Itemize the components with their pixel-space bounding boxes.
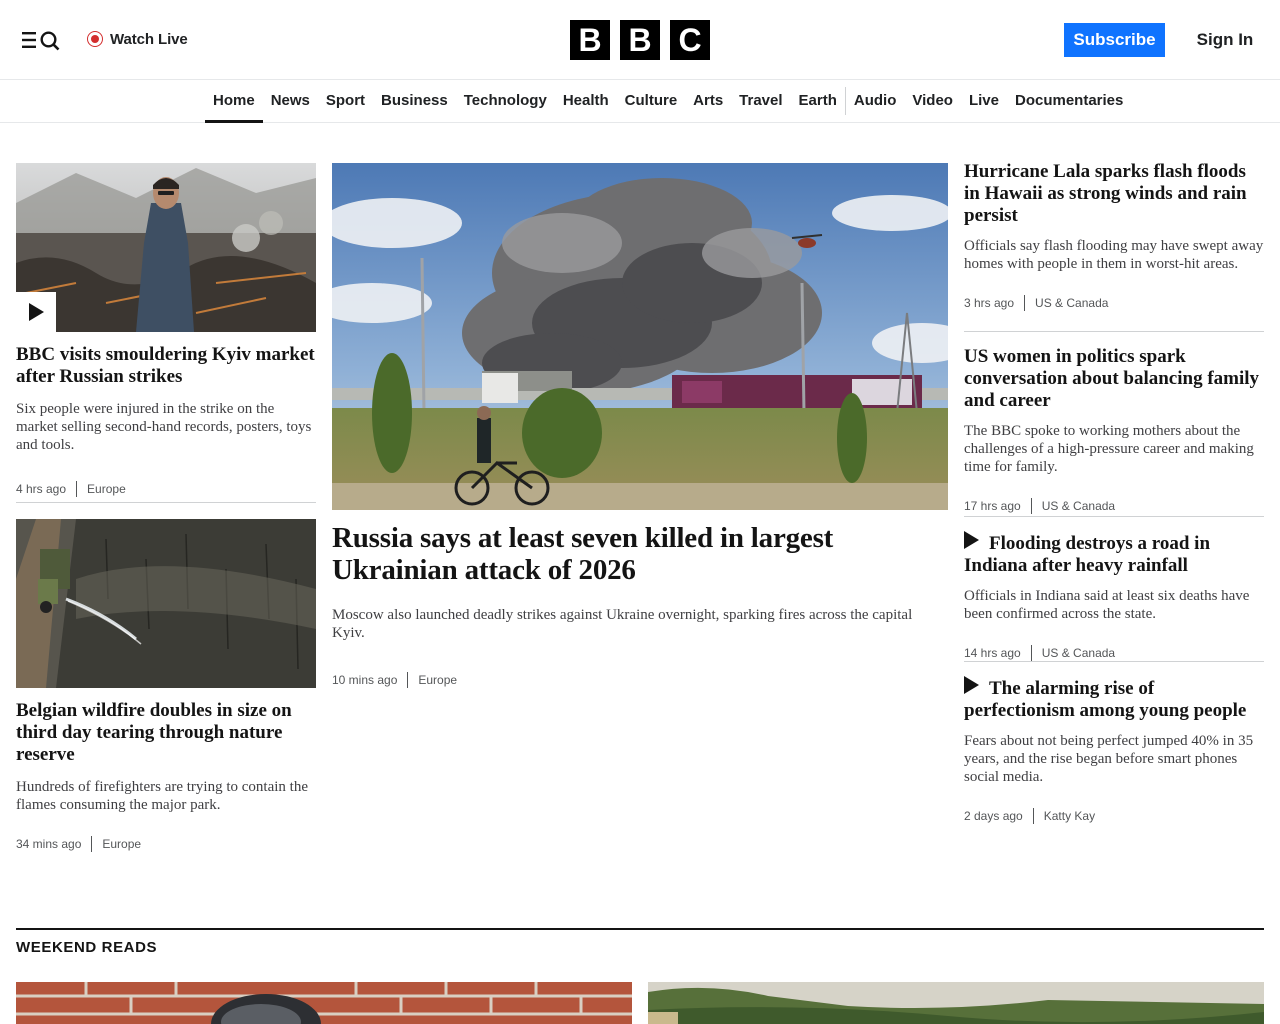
story-author-link[interactable]: Katty Kay xyxy=(1044,809,1095,823)
kyiv-market-image xyxy=(16,163,316,332)
nav-item-live[interactable]: Live xyxy=(961,80,1007,122)
nav-list: Home News Sport Business Technology Heal… xyxy=(205,80,1131,123)
story-card-kyiv-market[interactable]: BBC visits smouldering Kyiv market after… xyxy=(16,163,316,497)
watch-live-label: Watch Live xyxy=(110,30,188,48)
story-meta: 4 hrs ago Europe xyxy=(16,481,316,497)
story-summary: Hundreds of firefighters are trying to c… xyxy=(16,779,308,813)
card-divider xyxy=(964,331,1264,332)
brick-wall-image xyxy=(16,982,632,1024)
menu-search-button[interactable] xyxy=(20,27,64,53)
story-timestamp: 2 days ago xyxy=(964,809,1023,823)
meta-divider xyxy=(1032,808,1034,824)
story-headline-wrap[interactable]: Flooding destroys a road in Indiana afte… xyxy=(964,531,1264,577)
story-card-main[interactable]: Russia says at least seven killed in lar… xyxy=(332,163,948,688)
story-timestamp: 3 hrs ago xyxy=(964,296,1015,310)
nav-item-arts[interactable]: Arts xyxy=(685,80,731,122)
play-icon xyxy=(964,531,979,549)
story-headline[interactable]: US women in politics spark conversation … xyxy=(964,346,1264,412)
nav-item-news[interactable]: News xyxy=(263,80,318,122)
story-section-link[interactable]: US & Canada xyxy=(1042,499,1115,513)
story-meta: 17 hrs ago US & Canada xyxy=(964,498,1264,514)
weekend-read-photo-1[interactable] xyxy=(16,982,632,1024)
nav-item-video[interactable]: Video xyxy=(904,80,961,122)
story-section-link[interactable]: Europe xyxy=(102,837,141,851)
nav-item-audio[interactable]: Audio xyxy=(846,80,905,122)
story-section-link[interactable]: US & Canada xyxy=(1035,296,1108,310)
story-section-link[interactable]: Europe xyxy=(87,482,126,496)
logo-letter: B xyxy=(570,20,610,60)
story-summary: Officials in Indiana said at least six d… xyxy=(964,588,1250,622)
story-card-us-women[interactable]: US women in politics spark conversation … xyxy=(964,346,1264,514)
story-timestamp: 34 mins ago xyxy=(16,837,82,851)
card-divider xyxy=(964,516,1264,517)
main-story-image xyxy=(332,163,948,510)
story-meta: 2 days ago Katty Kay xyxy=(964,808,1264,824)
story-summary: Fears about not being perfect jumped 40%… xyxy=(964,733,1254,785)
story-headline[interactable]: The alarming rise of perfectionism among… xyxy=(964,678,1246,721)
story-timestamp: 17 hrs ago xyxy=(964,499,1021,513)
meta-divider xyxy=(1030,645,1032,661)
video-play-button[interactable] xyxy=(16,292,56,332)
story-timestamp: 4 hrs ago xyxy=(16,482,67,496)
story-card-hurricane[interactable]: Hurricane Lala sparks flash floods in Ha… xyxy=(964,161,1264,311)
main-nav: Home News Sport Business Technology Heal… xyxy=(0,80,1280,123)
site-header: Watch Live B B C Subscribe Sign In xyxy=(0,0,1280,80)
story-timestamp: 14 hrs ago xyxy=(964,646,1021,660)
story-headline[interactable]: BBC visits smouldering Kyiv market after… xyxy=(16,344,316,388)
meta-divider xyxy=(1030,498,1032,514)
subscribe-button[interactable]: Subscribe xyxy=(1064,23,1165,57)
menu-search-icon xyxy=(22,31,60,51)
nav-item-technology[interactable]: Technology xyxy=(456,80,555,122)
meta-divider xyxy=(91,836,93,852)
story-summary: Six people were injured in the strike on… xyxy=(16,401,312,453)
nav-item-sport[interactable]: Sport xyxy=(318,80,373,122)
story-meta: 34 mins ago Europe xyxy=(16,836,316,852)
story-card-belgian-wildfire[interactable]: Belgian wildfire doubles in size on thir… xyxy=(16,519,316,852)
nav-item-documentaries[interactable]: Documentaries xyxy=(1007,80,1131,122)
story-section-link[interactable]: US & Canada xyxy=(1042,646,1115,660)
play-icon xyxy=(29,303,44,321)
wildfire-image xyxy=(16,519,316,688)
card-divider xyxy=(964,661,1264,662)
story-card-perfectionism[interactable]: The alarming rise of perfectionism among… xyxy=(964,676,1264,824)
logo-letter: C xyxy=(670,20,710,60)
smoke-over-warehouse-photo[interactable] xyxy=(332,163,948,510)
story-meta: 14 hrs ago US & Canada xyxy=(964,645,1264,661)
nav-item-culture[interactable]: Culture xyxy=(617,80,686,122)
meta-divider xyxy=(407,672,409,688)
story-headline[interactable]: Hurricane Lala sparks flash floods in Ha… xyxy=(964,161,1264,227)
story-meta: 3 hrs ago US & Canada xyxy=(964,295,1264,311)
wildfire-photo[interactable] xyxy=(16,519,316,688)
live-dot-icon xyxy=(87,31,103,47)
story-headline-wrap[interactable]: The alarming rise of perfectionism among… xyxy=(964,676,1264,722)
sign-in-link[interactable]: Sign In xyxy=(1190,23,1260,57)
coastal-hills-image xyxy=(648,982,1264,1024)
kyiv-market-photo[interactable] xyxy=(16,163,316,332)
section-rule xyxy=(16,928,1264,930)
nav-item-health[interactable]: Health xyxy=(555,80,617,122)
logo-letter: B xyxy=(620,20,660,60)
meta-divider xyxy=(1024,295,1026,311)
nav-item-earth[interactable]: Earth xyxy=(791,80,845,122)
nav-item-business[interactable]: Business xyxy=(373,80,456,122)
story-summary: Moscow also launched deadly strikes agai… xyxy=(332,607,913,641)
nav-item-home[interactable]: Home xyxy=(205,80,263,123)
weekend-read-photo-2[interactable] xyxy=(648,982,1264,1024)
story-summary: The BBC spoke to working mothers about t… xyxy=(964,423,1254,475)
story-card-indiana-flooding[interactable]: Flooding destroys a road in Indiana afte… xyxy=(964,531,1264,661)
story-summary: Officials say flash flooding may have sw… xyxy=(964,238,1264,272)
watch-live-link[interactable]: Watch Live xyxy=(87,28,188,50)
bbc-logo[interactable]: B B C xyxy=(570,20,710,60)
story-headline[interactable]: Flooding destroys a road in Indiana afte… xyxy=(964,533,1210,576)
story-headline[interactable]: Belgian wildfire doubles in size on thir… xyxy=(16,700,316,766)
nav-item-travel[interactable]: Travel xyxy=(731,80,790,122)
story-section-link[interactable]: Europe xyxy=(418,673,457,687)
story-headline[interactable]: Russia says at least seven killed in lar… xyxy=(332,522,948,586)
story-timestamp: 10 mins ago xyxy=(332,673,398,687)
section-title-weekend-reads[interactable]: WEEKEND READS xyxy=(16,939,157,956)
meta-divider xyxy=(76,481,78,497)
play-icon xyxy=(964,676,979,694)
card-divider xyxy=(16,502,316,503)
story-meta: 10 mins ago Europe xyxy=(332,672,948,688)
